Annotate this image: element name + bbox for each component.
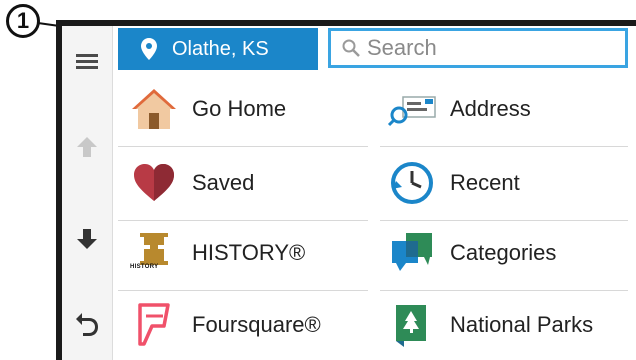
back-icon [76, 313, 98, 336]
heart-icon [134, 164, 174, 201]
history-logo [126, 225, 182, 281]
hamburger-icon [76, 51, 98, 72]
history-button[interactable]: HISTORY® [126, 218, 376, 288]
location-label: Olathe, KS [172, 37, 269, 60]
back-button[interactable] [62, 298, 112, 348]
categories-icon [392, 233, 432, 271]
address-button[interactable]: Address [384, 74, 624, 144]
national-parks-label: National Parks [450, 312, 594, 337]
location-pin-icon [141, 38, 157, 60]
search-input[interactable]: Search [328, 28, 628, 68]
callout-marker: 1 [6, 4, 40, 38]
national-parks-icon [396, 305, 426, 347]
recent-label: Recent [450, 170, 520, 195]
saved-button[interactable]: Saved [126, 148, 376, 218]
go-home-button[interactable]: Go Home [126, 74, 376, 144]
history-label: HISTORY® [192, 240, 306, 265]
clock-icon [391, 162, 433, 204]
categories-label: Categories [450, 240, 557, 265]
scroll-down-button[interactable] [62, 214, 112, 264]
house-icon [132, 89, 176, 129]
address-icon [387, 96, 436, 127]
menu-button[interactable] [62, 36, 112, 86]
foursquare-icon [138, 303, 170, 346]
address-label: Address [450, 96, 531, 121]
row-divider [380, 146, 628, 147]
history-logo-text: HISTORY [130, 264, 159, 270]
search-placeholder: Search [367, 35, 437, 60]
row-divider [118, 146, 368, 147]
arrow-up-icon [77, 137, 97, 157]
recent-button[interactable]: Recent [384, 148, 624, 218]
categories-button[interactable]: Categories [384, 218, 624, 288]
foursquare-label: Foursquare® [192, 312, 321, 337]
search-icon [342, 39, 360, 57]
go-home-label: Go Home [192, 96, 287, 121]
search-location-button[interactable]: Olathe, KS [118, 28, 318, 70]
left-rail [62, 26, 113, 360]
saved-label: Saved [192, 170, 255, 195]
arrow-down-icon [77, 229, 97, 249]
foursquare-button[interactable]: Foursquare® [126, 290, 376, 360]
where-to-screen: Olathe, KS Search Go Home Address Saved … [62, 26, 636, 360]
callout-number: 1 [16, 8, 30, 33]
national-parks-button[interactable]: National Parks [384, 290, 624, 360]
scroll-up-button[interactable] [62, 122, 112, 172]
